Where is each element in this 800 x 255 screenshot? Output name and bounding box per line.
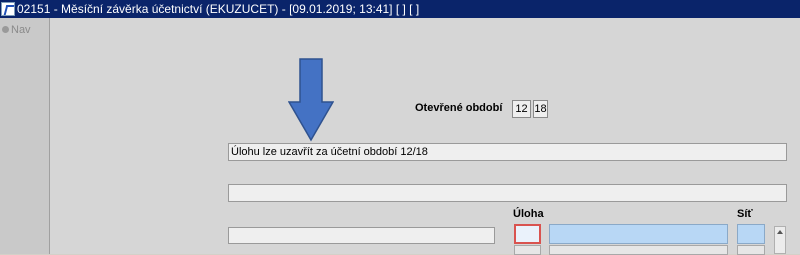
nav-button[interactable]: Nav [2,24,31,36]
net-cell[interactable] [737,224,765,244]
secondary-message-field [228,184,787,202]
col-net-label: Síť [737,208,753,220]
task-description-cell[interactable] [549,224,728,244]
arrow-down-icon [288,58,334,142]
window-title: 02151 - Měsíční závěrka účetnictví (EKUZ… [17,2,420,16]
open-period-label: Otevřené období [415,102,503,114]
period-month-field[interactable]: 12 [512,100,531,118]
nav-label: Nav [11,24,31,36]
form-area [50,18,800,254]
vertical-scrollbar[interactable] [774,226,786,254]
col-task-label: Úloha [513,208,544,220]
nav-icon [2,26,9,33]
app-icon [1,2,15,16]
window-title-bar: 02151 - Měsíční závěrka účetnictví (EKUZ… [0,0,800,18]
task-cell-selected[interactable] [514,224,541,244]
nav-panel: Nav [0,18,50,254]
period-year-field[interactable]: 18 [533,100,548,118]
status-message-field: Úlohu lze uzavřít za účetní období 12/18 [228,143,787,161]
left-field[interactable] [228,227,495,244]
scroll-up-icon[interactable] [777,230,783,234]
